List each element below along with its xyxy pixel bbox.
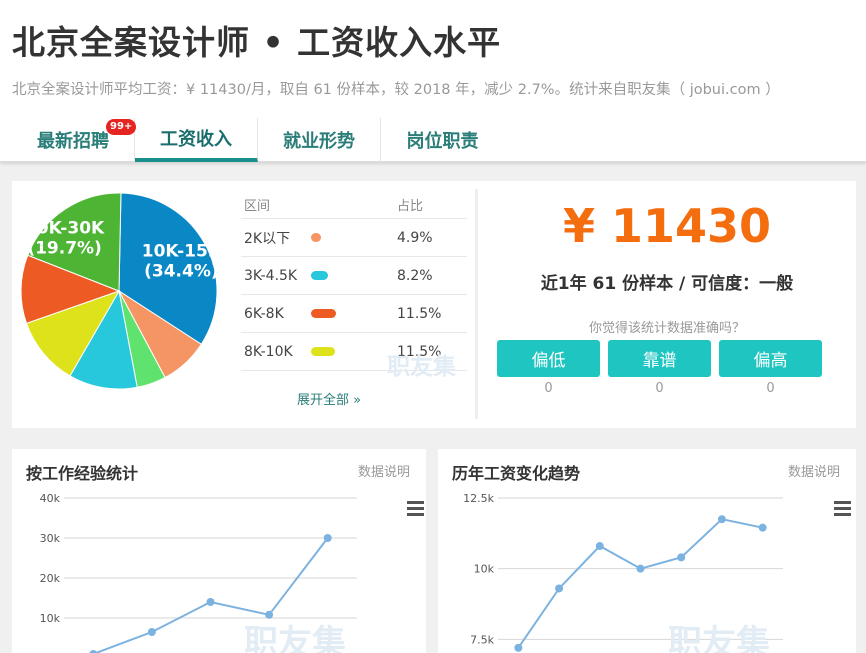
data-point[interactable] [677, 553, 686, 562]
data-point[interactable] [636, 564, 645, 573]
data-point[interactable] [717, 515, 726, 524]
new-jobs-badge: 99+ [106, 119, 137, 135]
y-tick-label: 20k [40, 572, 61, 585]
data-point[interactable] [555, 584, 564, 593]
pie-percent-label: (34.4%) [144, 261, 219, 281]
tab-label: 最新招聘 [37, 131, 109, 152]
table-row: 2K以下 4.9% [241, 219, 467, 257]
range-cell: 6K-8K [244, 305, 284, 322]
legend-swatch [311, 346, 335, 356]
y-tick-label: 40k [40, 492, 61, 505]
expand-all-link[interactable]: 展开全部 » [241, 389, 417, 408]
table-row: 8K-10K 11.5% [241, 333, 467, 371]
salary-pie-chart: 10K-15K(34.4%) 20K-30K(19.7%) [20, 192, 222, 390]
y-tick-label: 10k [40, 612, 61, 625]
y-tick-label: 30k [40, 532, 61, 545]
accurate-count: 0 [655, 381, 664, 396]
trend-line-chart: 12.5k 10k 7.5k [463, 492, 783, 652]
tab-label: 岗位职责 [406, 131, 479, 152]
page-subtitle: 北京全案设计师平均工资：¥ 11430/月，取自 61 份样本，较 2018 年… [12, 82, 780, 98]
share-cell: 4.9% [397, 229, 433, 246]
data-point[interactable] [265, 610, 274, 619]
y-tick-label: 12.5k [463, 492, 494, 505]
data-point[interactable] [323, 534, 332, 542]
tab-label: 工资收入 [160, 129, 232, 150]
range-cell: 2K以下 [244, 230, 291, 247]
vote-too-high: 偏高 0 [719, 340, 822, 396]
page-header: 北京全案设计师 • 工资收入水平 北京全案设计师平均工资：¥ 11430/月，取… [0, 0, 866, 162]
salary-distribution-panel: 10K-15K (34.4%) 20K-30K (19.7%) 区间 占比 2K以下 4… [12, 181, 856, 428]
page-title: 北京全案设计师 • 工资收入水平 [12, 23, 502, 62]
series-line [517, 518, 763, 649]
range-cell: 8K-10K [244, 343, 293, 360]
average-salary: ¥ 11430 [562, 199, 772, 253]
vote-too-low: 偏低 0 [497, 340, 600, 396]
range-cell: 3K-4.5K [244, 267, 298, 284]
accuracy-question: 你觉得该统计数据准确吗？ [588, 321, 745, 336]
tab-salary[interactable]: 工资收入 [135, 118, 258, 162]
chart-menu-icon[interactable] [407, 501, 424, 519]
legend-swatch [311, 232, 321, 242]
share-cell: 11.5% [397, 305, 442, 322]
legend-swatch [311, 270, 328, 280]
y-tick-label: 10k [474, 563, 495, 576]
too-high-button[interactable]: 偏高 [719, 340, 822, 377]
tab-latest-jobs[interactable]: 最新招聘 99+ [12, 118, 137, 162]
column-share: 占比 [397, 199, 424, 214]
too-low-button[interactable]: 偏低 [497, 340, 600, 377]
legend-swatch [311, 308, 336, 318]
data-point[interactable] [206, 598, 215, 606]
trend-chart-panel: 历年工资变化趋势 数据说明 12.5k 10k 7.5k 职友集 [438, 449, 856, 653]
experience-chart-panel: 按工作经验统计 数据说明 40k 30k 20k 10k 职友集 [12, 449, 426, 653]
chart-menu-icon[interactable] [834, 501, 851, 519]
vote-accurate: 靠谱 0 [608, 340, 711, 396]
y-tick-label: 7.5k [470, 633, 494, 646]
table-row: 3K-4.5K 8.2% [241, 257, 467, 295]
data-point[interactable] [514, 643, 523, 652]
tab-employment[interactable]: 就业形势 [258, 118, 381, 162]
table-header: 区间 占比 [241, 191, 467, 219]
table-row: 6K-8K 11.5% [241, 295, 467, 333]
data-point[interactable] [147, 628, 156, 636]
tab-bar: 最新招聘 99+ 工资收入 就业形势 岗位职责 [12, 118, 504, 162]
sample-info: 近1年 61 份样本 / 可信度：一般 [540, 274, 794, 294]
share-cell: 8.2% [397, 267, 433, 284]
pie-label: 20K-30K [25, 218, 105, 238]
data-point[interactable] [595, 542, 604, 551]
tab-label: 就业形势 [283, 131, 355, 152]
column-range: 区间 [244, 199, 271, 214]
series-line [93, 537, 329, 653]
accurate-button[interactable]: 靠谱 [608, 340, 711, 377]
tab-job-duties[interactable]: 岗位职责 [381, 118, 504, 162]
data-point[interactable] [758, 523, 767, 532]
share-cell: 11.5% [397, 343, 442, 360]
pie-percent-label: (19.7%) [27, 238, 102, 258]
too-high-count: 0 [766, 381, 775, 396]
experience-line-chart: 40k 30k 20k 10k [40, 492, 357, 653]
too-low-count: 0 [544, 381, 553, 396]
pie-label: 10K-15K [142, 241, 222, 261]
distribution-table: 区间 占比 2K以下 4.9% 3K-4.5K 8.2% 6K-8K 11.5% 8K-10… [241, 191, 467, 371]
